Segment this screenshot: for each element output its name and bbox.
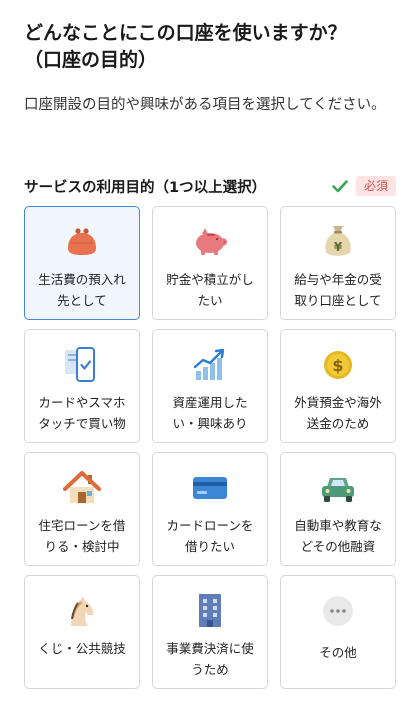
coin-purse-icon	[61, 221, 103, 263]
check-icon	[332, 180, 348, 193]
option-card-card-smartphone[interactable]: カードやスマホ タッチで買い物	[24, 329, 140, 443]
section-header: サービスの利用目的（1つ以上選択） 必須	[24, 174, 396, 198]
purpose-options-grid: 生活費の預入れ 先として 貯金や積立がし たい ¥ 給与や年金の受 取り口座とし…	[24, 206, 396, 689]
option-label: くじ・公共競技	[38, 641, 126, 656]
building-icon	[189, 590, 231, 632]
option-label: 生活費の預入れ 先として	[38, 272, 126, 308]
svg-text:¥: ¥	[334, 240, 343, 254]
option-card-living-expenses[interactable]: 生活費の預入れ 先として	[24, 206, 140, 320]
option-card-asset-management[interactable]: 資産運用した い・興味あり	[152, 329, 268, 443]
option-card-savings[interactable]: 貯金や積立がし たい	[152, 206, 268, 320]
option-label: 外貨預金や海外 送金のため	[294, 395, 382, 431]
smartphone-payment-icon	[61, 344, 103, 386]
svg-text:$: $	[332, 356, 343, 375]
chart-growth-icon	[189, 344, 231, 386]
option-card-lottery-racing[interactable]: くじ・公共競技	[24, 575, 140, 689]
option-label: カードローンを 借りたい	[166, 518, 254, 554]
option-label: カードやスマホ タッチで買い物	[38, 395, 126, 431]
option-label: 貯金や積立がし たい	[166, 272, 254, 308]
page-title: どんなことにこの口座を使いますか？ （口座の目的）	[24, 20, 396, 74]
piggy-bank-icon	[189, 221, 231, 263]
option-label: その他	[319, 645, 357, 660]
option-card-business-payments[interactable]: 事業費決済に使 うため	[152, 575, 268, 689]
option-card-card-loan[interactable]: カードローンを 借りたい	[152, 452, 268, 566]
house-icon	[61, 467, 103, 509]
option-label: 住宅ローンを借 りる・検討中	[38, 518, 126, 554]
horse-icon	[61, 590, 103, 632]
credit-card-icon	[189, 467, 231, 509]
page-description: 口座開設の目的や興味がある項目を選択してください。	[24, 97, 386, 113]
option-label: 自動車や教育な どその他融資	[294, 518, 382, 554]
dollar-coin-icon: $	[317, 344, 359, 386]
more-icon	[317, 590, 359, 632]
option-card-salary-pension[interactable]: ¥ 給与や年金の受 取り口座として	[280, 206, 396, 320]
section-title: サービスの利用目的（1つ以上選択）	[24, 179, 267, 196]
page-title-text: どんなことにこの口座を使いますか？ （口座の目的）	[24, 22, 347, 71]
option-label: 給与や年金の受 取り口座として	[294, 272, 382, 308]
option-card-other-financing[interactable]: 自動車や教育な どその他融資	[280, 452, 396, 566]
required-badge: 必須	[355, 176, 396, 196]
car-icon	[317, 467, 359, 509]
option-label: 資産運用した い・興味あり	[172, 395, 248, 431]
option-card-housing-loan[interactable]: 住宅ローンを借 りる・検討中	[24, 452, 140, 566]
option-label: 事業費決済に使 うため	[166, 641, 254, 677]
option-card-other[interactable]: その他	[280, 575, 396, 689]
money-bag-icon: ¥	[317, 221, 359, 263]
option-card-foreign-currency[interactable]: $ 外貨預金や海外 送金のため	[280, 329, 396, 443]
